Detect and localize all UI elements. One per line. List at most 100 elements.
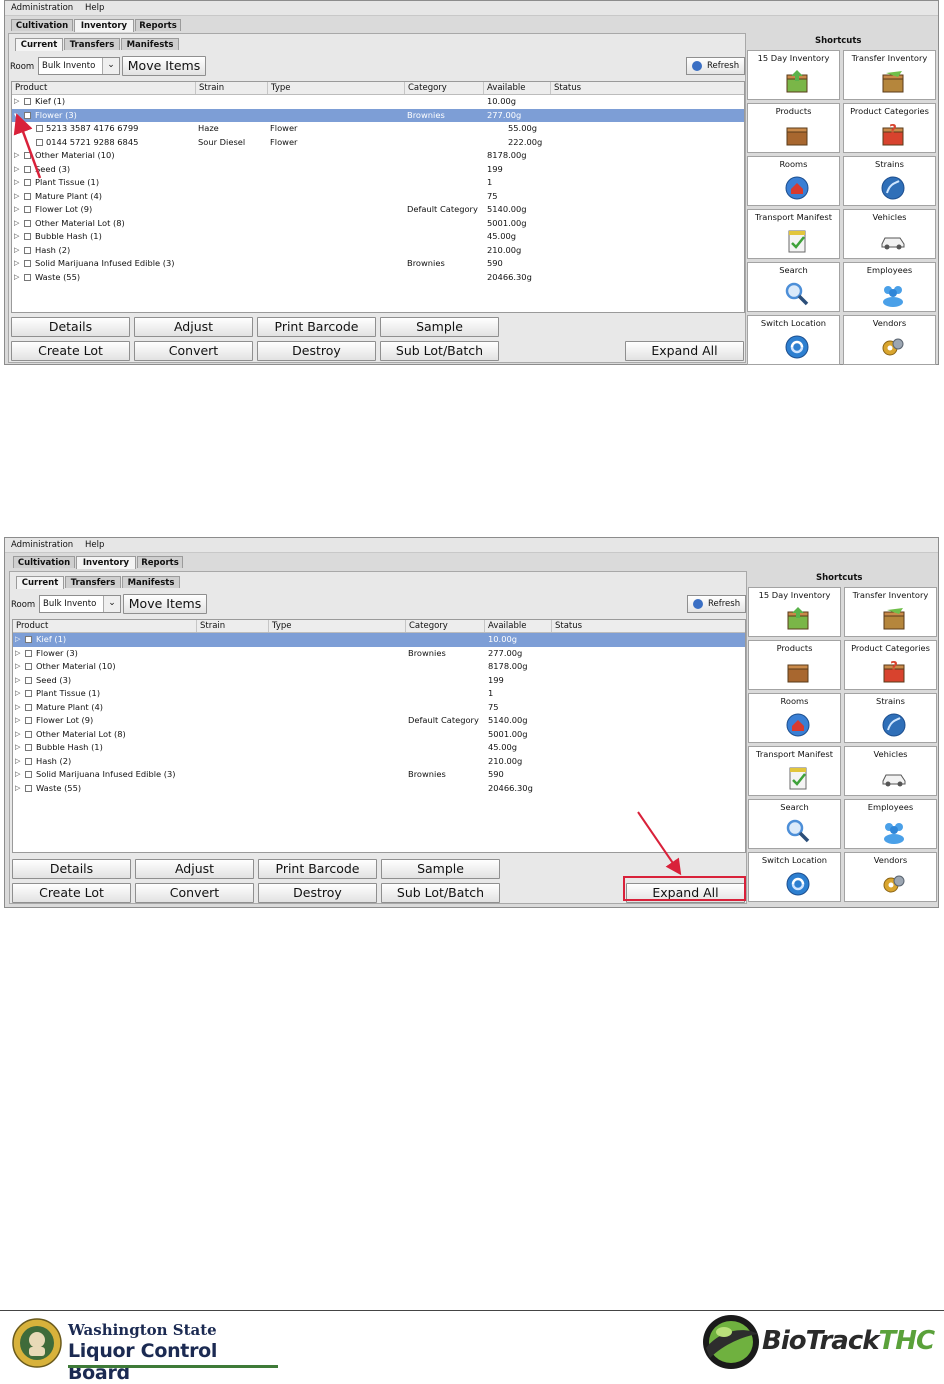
expand-arrow-icon[interactable]: ▷ xyxy=(15,636,20,643)
menu-help[interactable]: Help xyxy=(85,3,104,13)
expand-arrow-icon[interactable]: ▷ xyxy=(15,690,20,697)
shortcut-product-categories[interactable]: Product Categories? xyxy=(843,103,936,153)
row-checkbox[interactable] xyxy=(36,125,43,132)
row-checkbox[interactable] xyxy=(25,771,32,778)
table-row[interactable]: ▾ Flower (3) Brownies 277.00g xyxy=(12,108,744,122)
menu-help[interactable]: Help xyxy=(85,540,104,550)
col-strain[interactable]: Strain xyxy=(197,620,269,632)
expand-arrow-icon[interactable]: ▷ xyxy=(15,784,20,792)
tab-transfers[interactable]: Transfers xyxy=(64,38,120,50)
room-select[interactable]: Bulk Invento ⌄ xyxy=(38,57,120,75)
expand-arrow-icon[interactable]: ▷ xyxy=(14,179,19,186)
sub-lot-batch-button[interactable]: Sub Lot/Batch xyxy=(380,341,499,361)
row-checkbox[interactable] xyxy=(25,663,32,670)
table-row[interactable]: ▷ Hash (2) 210.00g xyxy=(13,755,745,769)
sample-button[interactable]: Sample xyxy=(381,859,500,879)
row-checkbox[interactable] xyxy=(24,233,31,240)
shortcut-vendors[interactable]: Vendors xyxy=(843,315,936,365)
expand-all-button[interactable]: Expand All xyxy=(625,341,744,361)
row-checkbox[interactable] xyxy=(25,757,32,765)
sub-lot-batch-button[interactable]: Sub Lot/Batch xyxy=(381,883,500,903)
expand-arrow-icon[interactable]: ▷ xyxy=(14,152,19,159)
row-checkbox[interactable] xyxy=(24,206,31,213)
shortcut-15-day-inventory[interactable]: 15 Day Inventory xyxy=(747,50,840,100)
table-row[interactable]: ▷ Solid Marijuana Infused Edible (3) Brown… xyxy=(12,257,744,271)
shortcut-search[interactable]: Search xyxy=(747,262,840,312)
col-type[interactable]: Type xyxy=(269,620,406,632)
shortcut-rooms[interactable]: Rooms xyxy=(748,693,841,743)
row-checkbox[interactable] xyxy=(25,676,32,684)
row-checkbox[interactable] xyxy=(25,649,32,657)
convert-button[interactable]: Convert xyxy=(134,341,253,361)
table-row[interactable]: ▷ Other Material Lot (8) 5001.00g xyxy=(13,728,745,742)
tab-inventory[interactable]: Inventory xyxy=(74,19,134,32)
expand-arrow-icon[interactable]: ▷ xyxy=(15,676,20,684)
table-row[interactable]: ▷ Mature Plant (4) 75 xyxy=(12,190,744,204)
expand-arrow-icon[interactable]: ▷ xyxy=(14,98,19,105)
table-row[interactable]: ▷ Bubble Hash (1) 45.00g xyxy=(12,230,744,244)
table-row[interactable]: 5213 3587 4176 6799 Haze Flower 55.00g xyxy=(12,122,744,136)
shortcut-employees[interactable]: Employees xyxy=(844,799,937,849)
table-row[interactable]: ▷ Plant Tissue (1) 1 xyxy=(12,176,744,190)
details-button[interactable]: Details xyxy=(12,859,131,879)
expand-arrow-icon[interactable]: ▷ xyxy=(15,757,20,765)
print-barcode-button[interactable]: Print Barcode xyxy=(257,317,376,337)
row-checkbox[interactable] xyxy=(25,717,32,724)
tab-transfers[interactable]: Transfers xyxy=(65,576,121,588)
row-checkbox[interactable] xyxy=(24,165,31,173)
row-checkbox[interactable] xyxy=(24,98,31,105)
tab-manifests[interactable]: Manifests xyxy=(121,38,179,50)
tab-cultivation[interactable]: Cultivation xyxy=(11,19,73,31)
expand-arrow-icon[interactable]: ▷ xyxy=(15,663,20,670)
table-row[interactable]: ▷ Kief (1) 10.00g xyxy=(12,95,744,109)
room-select[interactable]: Bulk Invento ⌄ xyxy=(39,595,121,613)
refresh-button[interactable]: Refresh xyxy=(687,595,746,613)
destroy-button[interactable]: Destroy xyxy=(257,341,376,361)
table-row[interactable]: ▷ Other Material Lot (8) 5001.00g xyxy=(12,217,744,231)
shortcut-transfer-inventory[interactable]: Transfer Inventory xyxy=(844,587,937,637)
table-row[interactable]: ▷ Kief (1) 10.00g xyxy=(13,633,745,647)
expand-arrow-icon[interactable]: ▷ xyxy=(14,273,19,281)
row-checkbox[interactable] xyxy=(24,246,31,254)
tab-reports[interactable]: Reports xyxy=(137,556,183,568)
shortcut-vehicles[interactable]: Vehicles xyxy=(844,746,937,796)
col-available[interactable]: Available xyxy=(484,82,551,94)
table-row[interactable]: ▷ Flower (3) Brownies 277.00g xyxy=(13,647,745,661)
col-category[interactable]: Category xyxy=(405,82,484,94)
table-row[interactable]: ▷ Flower Lot (9) Default Category 5140.00g xyxy=(12,203,744,217)
details-button[interactable]: Details xyxy=(11,317,130,337)
expand-arrow-icon[interactable]: ▷ xyxy=(14,233,19,240)
shortcut-products[interactable]: Products xyxy=(747,103,840,153)
col-status[interactable]: Status xyxy=(551,82,744,94)
tab-cultivation[interactable]: Cultivation xyxy=(13,556,75,568)
shortcut-switch-location[interactable]: Switch Location xyxy=(748,852,841,902)
move-items-button[interactable]: Move Items xyxy=(123,594,207,614)
shortcut-product-categories[interactable]: Product Categories? xyxy=(844,640,937,690)
shortcut-transfer-inventory[interactable]: Transfer Inventory xyxy=(843,50,936,100)
row-checkbox[interactable] xyxy=(24,219,31,227)
tab-inventory[interactable]: Inventory xyxy=(76,556,136,569)
shortcut-switch-location[interactable]: Switch Location xyxy=(747,315,840,365)
refresh-button[interactable]: Refresh xyxy=(686,57,745,75)
row-checkbox[interactable] xyxy=(25,784,32,792)
expand-arrow-icon[interactable]: ▷ xyxy=(14,219,19,227)
col-type[interactable]: Type xyxy=(268,82,405,94)
table-row[interactable]: ▷ Seed (3) 199 xyxy=(13,674,745,688)
table-row[interactable]: ▷ Flower Lot (9) Default Category 5140.00g xyxy=(13,714,745,728)
expand-arrow-icon[interactable]: ▷ xyxy=(15,703,20,711)
menu-administration[interactable]: Administration xyxy=(11,3,73,13)
table-row[interactable]: ▷ Mature Plant (4) 75 xyxy=(13,701,745,715)
tab-current[interactable]: Current xyxy=(15,38,63,51)
expand-arrow-icon[interactable]: ▷ xyxy=(15,649,20,657)
menu-administration[interactable]: Administration xyxy=(11,540,73,550)
shortcut-transport-manifest[interactable]: Transport Manifest xyxy=(747,209,840,259)
col-status[interactable]: Status xyxy=(552,620,745,632)
col-available[interactable]: Available xyxy=(485,620,552,632)
shortcut-15-day-inventory[interactable]: 15 Day Inventory xyxy=(748,587,841,637)
expand-arrow-icon[interactable]: ▷ xyxy=(14,192,19,200)
expand-arrow-icon[interactable]: ▷ xyxy=(15,730,20,738)
table-row[interactable]: ▷ Waste (55) 20466.30g xyxy=(12,271,744,285)
row-checkbox[interactable] xyxy=(36,138,43,146)
convert-button[interactable]: Convert xyxy=(135,883,254,903)
expand-arrow-icon[interactable]: ▷ xyxy=(14,246,19,254)
